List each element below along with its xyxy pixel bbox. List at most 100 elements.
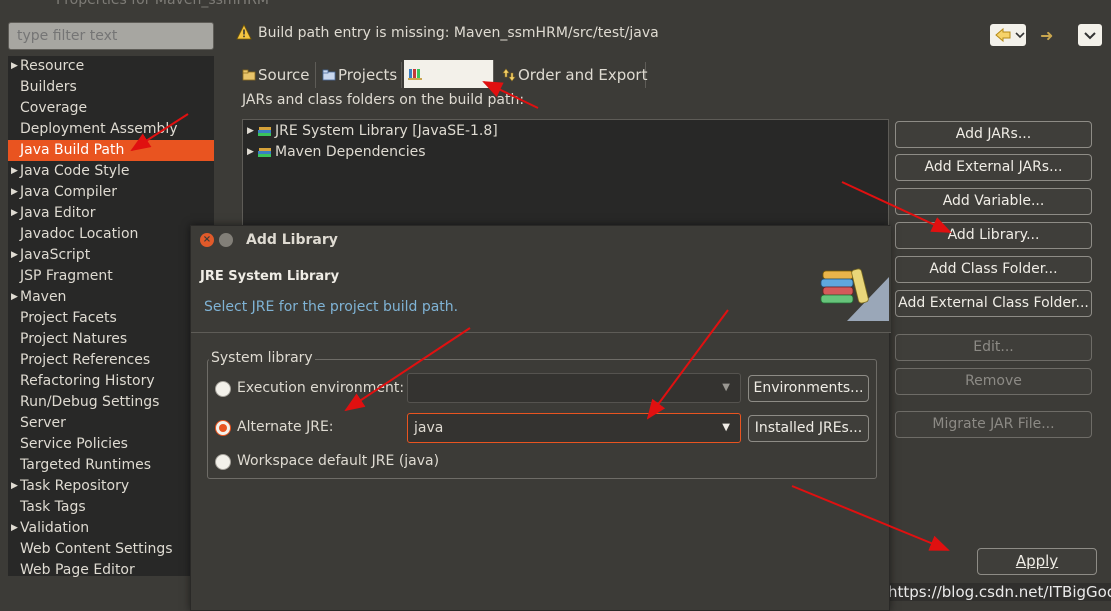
alternate-jre-select[interactable]: java ▼	[407, 413, 741, 443]
minimize-icon[interactable]	[219, 233, 233, 247]
remove-button[interactable]: Remove	[895, 368, 1092, 395]
sidebar-item-label: Validation	[20, 520, 90, 536]
add-external-class-folder-button[interactable]: Add External Class Folder...	[895, 290, 1092, 317]
dialog-titlebar: × Add Library	[191, 226, 891, 254]
sidebar-item[interactable]: Javadoc Location	[8, 224, 214, 245]
edit-button[interactable]: Edit...	[895, 334, 1092, 361]
add-library-dialog: × Add Library JRE System Library Select …	[190, 225, 891, 611]
apply-button[interactable]: Apply	[977, 548, 1097, 575]
chevron-down-icon: ▼	[722, 382, 730, 393]
sidebar-item-label: Javadoc Location	[20, 226, 139, 242]
sidebar-item[interactable]: Task Tags	[8, 497, 214, 518]
expand-arrow-icon[interactable]: ▶	[11, 245, 18, 266]
sidebar-item-label: Java Build Path	[20, 142, 125, 158]
sidebar-item[interactable]: ▶ Validation	[8, 518, 214, 539]
add-library-button[interactable]: Add Library...	[895, 222, 1092, 249]
expand-arrow-icon[interactable]: ▶	[247, 121, 254, 142]
entry-label: JRE System Library [JavaSE-1.8]	[275, 123, 498, 139]
alternate-jre-radio[interactable]	[215, 420, 231, 436]
tab-order-export[interactable]: Order and Export	[498, 62, 648, 88]
sidebar-item[interactable]: Run/Debug Settings	[8, 392, 214, 413]
sidebar-item-label: Task Tags	[20, 499, 86, 515]
sidebar-item[interactable]: ▶ Java Code Style	[8, 161, 214, 182]
execution-env-select[interactable]: ▼	[407, 373, 741, 403]
expand-arrow-icon[interactable]: ▶	[11, 203, 18, 224]
sidebar-item-label: Project Natures	[20, 331, 128, 347]
environments-button[interactable]: Environments...	[748, 375, 869, 402]
sidebar-item[interactable]: Web Content Settings	[8, 539, 214, 560]
sidebar-item[interactable]: Coverage	[8, 98, 214, 119]
close-icon[interactable]: ×	[200, 233, 214, 247]
sidebar-item-label: Deployment Assembly	[20, 121, 178, 137]
workspace-default-label[interactable]: Workspace default JRE (java)	[237, 453, 439, 469]
sidebar-item[interactable]: Server	[8, 413, 214, 434]
entry-label: Maven Dependencies	[275, 144, 426, 160]
installed-jres-button[interactable]: Installed JREs...	[748, 415, 869, 442]
order-export-icon	[502, 68, 516, 82]
watermark-text: https://blog.csdn.net/ITBigGod	[888, 583, 1111, 601]
add-variable-button[interactable]: Add Variable...	[895, 188, 1092, 215]
dialog-banner: JRE System Library Select JRE for the pr…	[191, 254, 891, 333]
expand-arrow-icon[interactable]: ▶	[247, 142, 254, 163]
sidebar-item[interactable]: ▶ Resource	[8, 56, 214, 77]
sidebar-item-label: Java Editor	[20, 205, 96, 221]
sidebar-item[interactable]: ▶ Task Repository	[8, 476, 214, 497]
sidebar-item-label: JSP Fragment	[20, 268, 113, 284]
execution-env-radio[interactable]	[215, 381, 231, 397]
view-menu-button[interactable]	[1078, 24, 1102, 46]
workspace-default-radio[interactable]	[215, 454, 231, 470]
sidebar-item-label: Project Facets	[20, 310, 117, 326]
sidebar-item-label: Java Compiler	[20, 184, 118, 200]
back-arrow-icon	[995, 27, 1025, 43]
sidebar-item[interactable]: Service Policies	[8, 434, 214, 455]
expand-arrow-icon[interactable]: ▶	[11, 182, 18, 203]
expand-arrow-icon[interactable]: ▶	[11, 518, 18, 539]
forward-arrow-icon[interactable]: ➜	[1040, 26, 1053, 45]
build-path-entries[interactable]: ▶ JRE System Library [JavaSE-1.8] ▶ Mave…	[242, 119, 889, 239]
tab-projects-label: Projects	[338, 66, 398, 84]
chevron-down-icon: ▼	[722, 422, 730, 433]
sidebar-item[interactable]: Builders	[8, 77, 214, 98]
dialog-heading: JRE System Library	[200, 269, 340, 284]
add-jars-button[interactable]: Add JARs...	[895, 121, 1092, 148]
library-icon	[258, 148, 271, 157]
sidebar-item[interactable]: Refactoring History	[8, 371, 214, 392]
tab-libraries[interactable]	[404, 60, 494, 88]
add-class-folder-button[interactable]: Add Class Folder...	[895, 256, 1092, 283]
sidebar-item[interactable]: Project References	[8, 350, 214, 371]
tab-projects[interactable]: Projects	[318, 62, 402, 88]
expand-arrow-icon[interactable]: ▶	[11, 476, 18, 497]
source-folder-icon	[242, 69, 256, 81]
filter-input[interactable]	[8, 22, 214, 50]
sidebar-item-label: Run/Debug Settings	[20, 394, 160, 410]
sidebar-item[interactable]: Web Page Editor	[8, 560, 214, 581]
dialog-title: Add Library	[246, 232, 338, 248]
migrate-jar-button[interactable]: Migrate JAR File...	[895, 411, 1092, 438]
sidebar-item[interactable]: Project Natures	[8, 329, 214, 350]
tab-source[interactable]: Source	[238, 62, 316, 88]
expand-arrow-icon[interactable]: ▶	[11, 56, 18, 77]
build-path-tabs: Source Projects Order and Export	[238, 60, 858, 88]
sidebar-item[interactable]: ▶ JavaScript	[8, 245, 214, 266]
sidebar-item[interactable]: Targeted Runtimes	[8, 455, 214, 476]
sidebar-item[interactable]: ▶ Maven	[8, 287, 214, 308]
window-titlebar: Properties for Maven_ssmHRM	[0, 0, 1111, 14]
expand-arrow-icon[interactable]: ▶	[11, 161, 18, 182]
alternate-jre-value: java	[414, 420, 444, 436]
alternate-jre-label[interactable]: Alternate JRE:	[237, 419, 334, 435]
sidebar-item-label: Builders	[20, 79, 77, 95]
expand-arrow-icon[interactable]: ▶	[11, 287, 18, 308]
libraries-icon	[408, 69, 422, 80]
execution-env-label[interactable]: Execution environment:	[237, 380, 404, 396]
sidebar-item[interactable]: Deployment Assembly	[8, 119, 214, 140]
sidebar-item[interactable]: Java Build Path	[8, 140, 214, 161]
back-button[interactable]	[990, 24, 1026, 46]
sidebar-item[interactable]: JSP Fragment	[8, 266, 214, 287]
chevron-down-icon	[1084, 32, 1096, 40]
sidebar-item[interactable]: ▶ Java Editor	[8, 203, 214, 224]
sidebar-item[interactable]: Project Facets	[8, 308, 214, 329]
sidebar-item-label: Java Code Style	[20, 163, 130, 179]
add-external-jars-button[interactable]: Add External JARs...	[895, 154, 1092, 181]
sidebar-item-label: Project References	[20, 352, 151, 368]
sidebar-item[interactable]: ▶ Java Compiler	[8, 182, 214, 203]
